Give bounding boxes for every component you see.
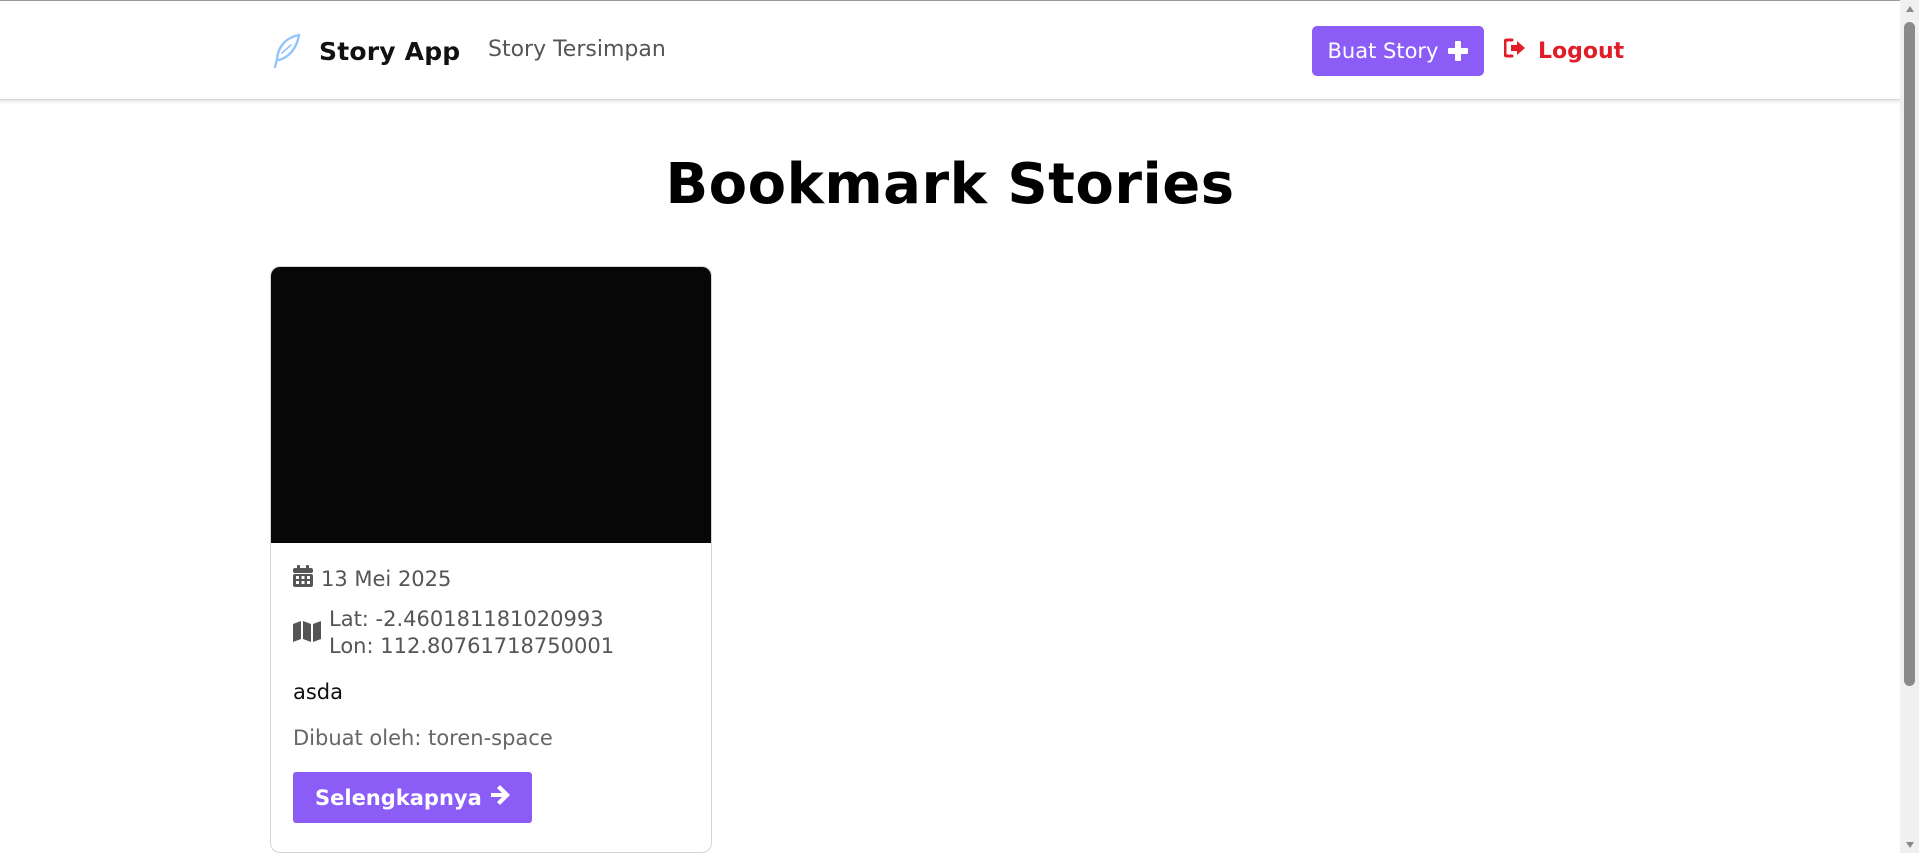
brand-link[interactable]: Story App (270, 31, 460, 71)
scroll-thumb[interactable] (1904, 22, 1915, 686)
scroll-up-arrow-icon[interactable] (1900, 0, 1919, 17)
page-title: Bookmark Stories (665, 152, 1235, 217)
story-date: 13 Mei 2025 (321, 566, 452, 591)
story-coordinates: Lat: -2.460181181020993 Lon: 112.8076171… (329, 606, 614, 660)
scroll-down-arrow-icon[interactable] (1900, 836, 1919, 853)
story-photo (271, 267, 711, 543)
plus-icon (1448, 41, 1469, 61)
logout-label: Logout (1538, 38, 1625, 64)
read-more-button[interactable]: Selengkapnya (293, 772, 532, 823)
story-date-row: 13 Mei 2025 (293, 565, 689, 592)
navbar: Story App Story Tersimpan Buat Story Log… (0, 1, 1900, 100)
read-more-label: Selengkapnya (315, 785, 482, 810)
story-author: Dibuat oleh: toren-space (293, 726, 553, 750)
brand-name: Story App (319, 36, 461, 66)
nav-link-saved-stories[interactable]: Story Tersimpan (488, 37, 666, 62)
story-latitude: Lat: -2.460181181020993 (329, 607, 604, 631)
page-scrollbar[interactable] (1900, 0, 1919, 853)
logout-button[interactable]: Logout (1503, 34, 1625, 68)
story-card-body: 13 Mei 2025 Lat: -2.460181181020993 Lon:… (271, 565, 711, 823)
story-longitude: Lon: 112.80761718750001 (329, 634, 615, 658)
sign-out-icon (1503, 38, 1526, 64)
story-location-row: Lat: -2.460181181020993 Lon: 112.8076171… (293, 606, 689, 660)
story-description: asda (293, 680, 344, 704)
create-story-button[interactable]: Buat Story (1312, 26, 1484, 76)
map-icon (293, 620, 321, 647)
story-card: 13 Mei 2025 Lat: -2.460181181020993 Lon:… (270, 266, 712, 853)
feather-icon (270, 31, 304, 71)
calendar-icon (293, 565, 313, 592)
arrow-right-icon (490, 785, 510, 810)
create-story-label: Buat Story (1327, 39, 1439, 63)
